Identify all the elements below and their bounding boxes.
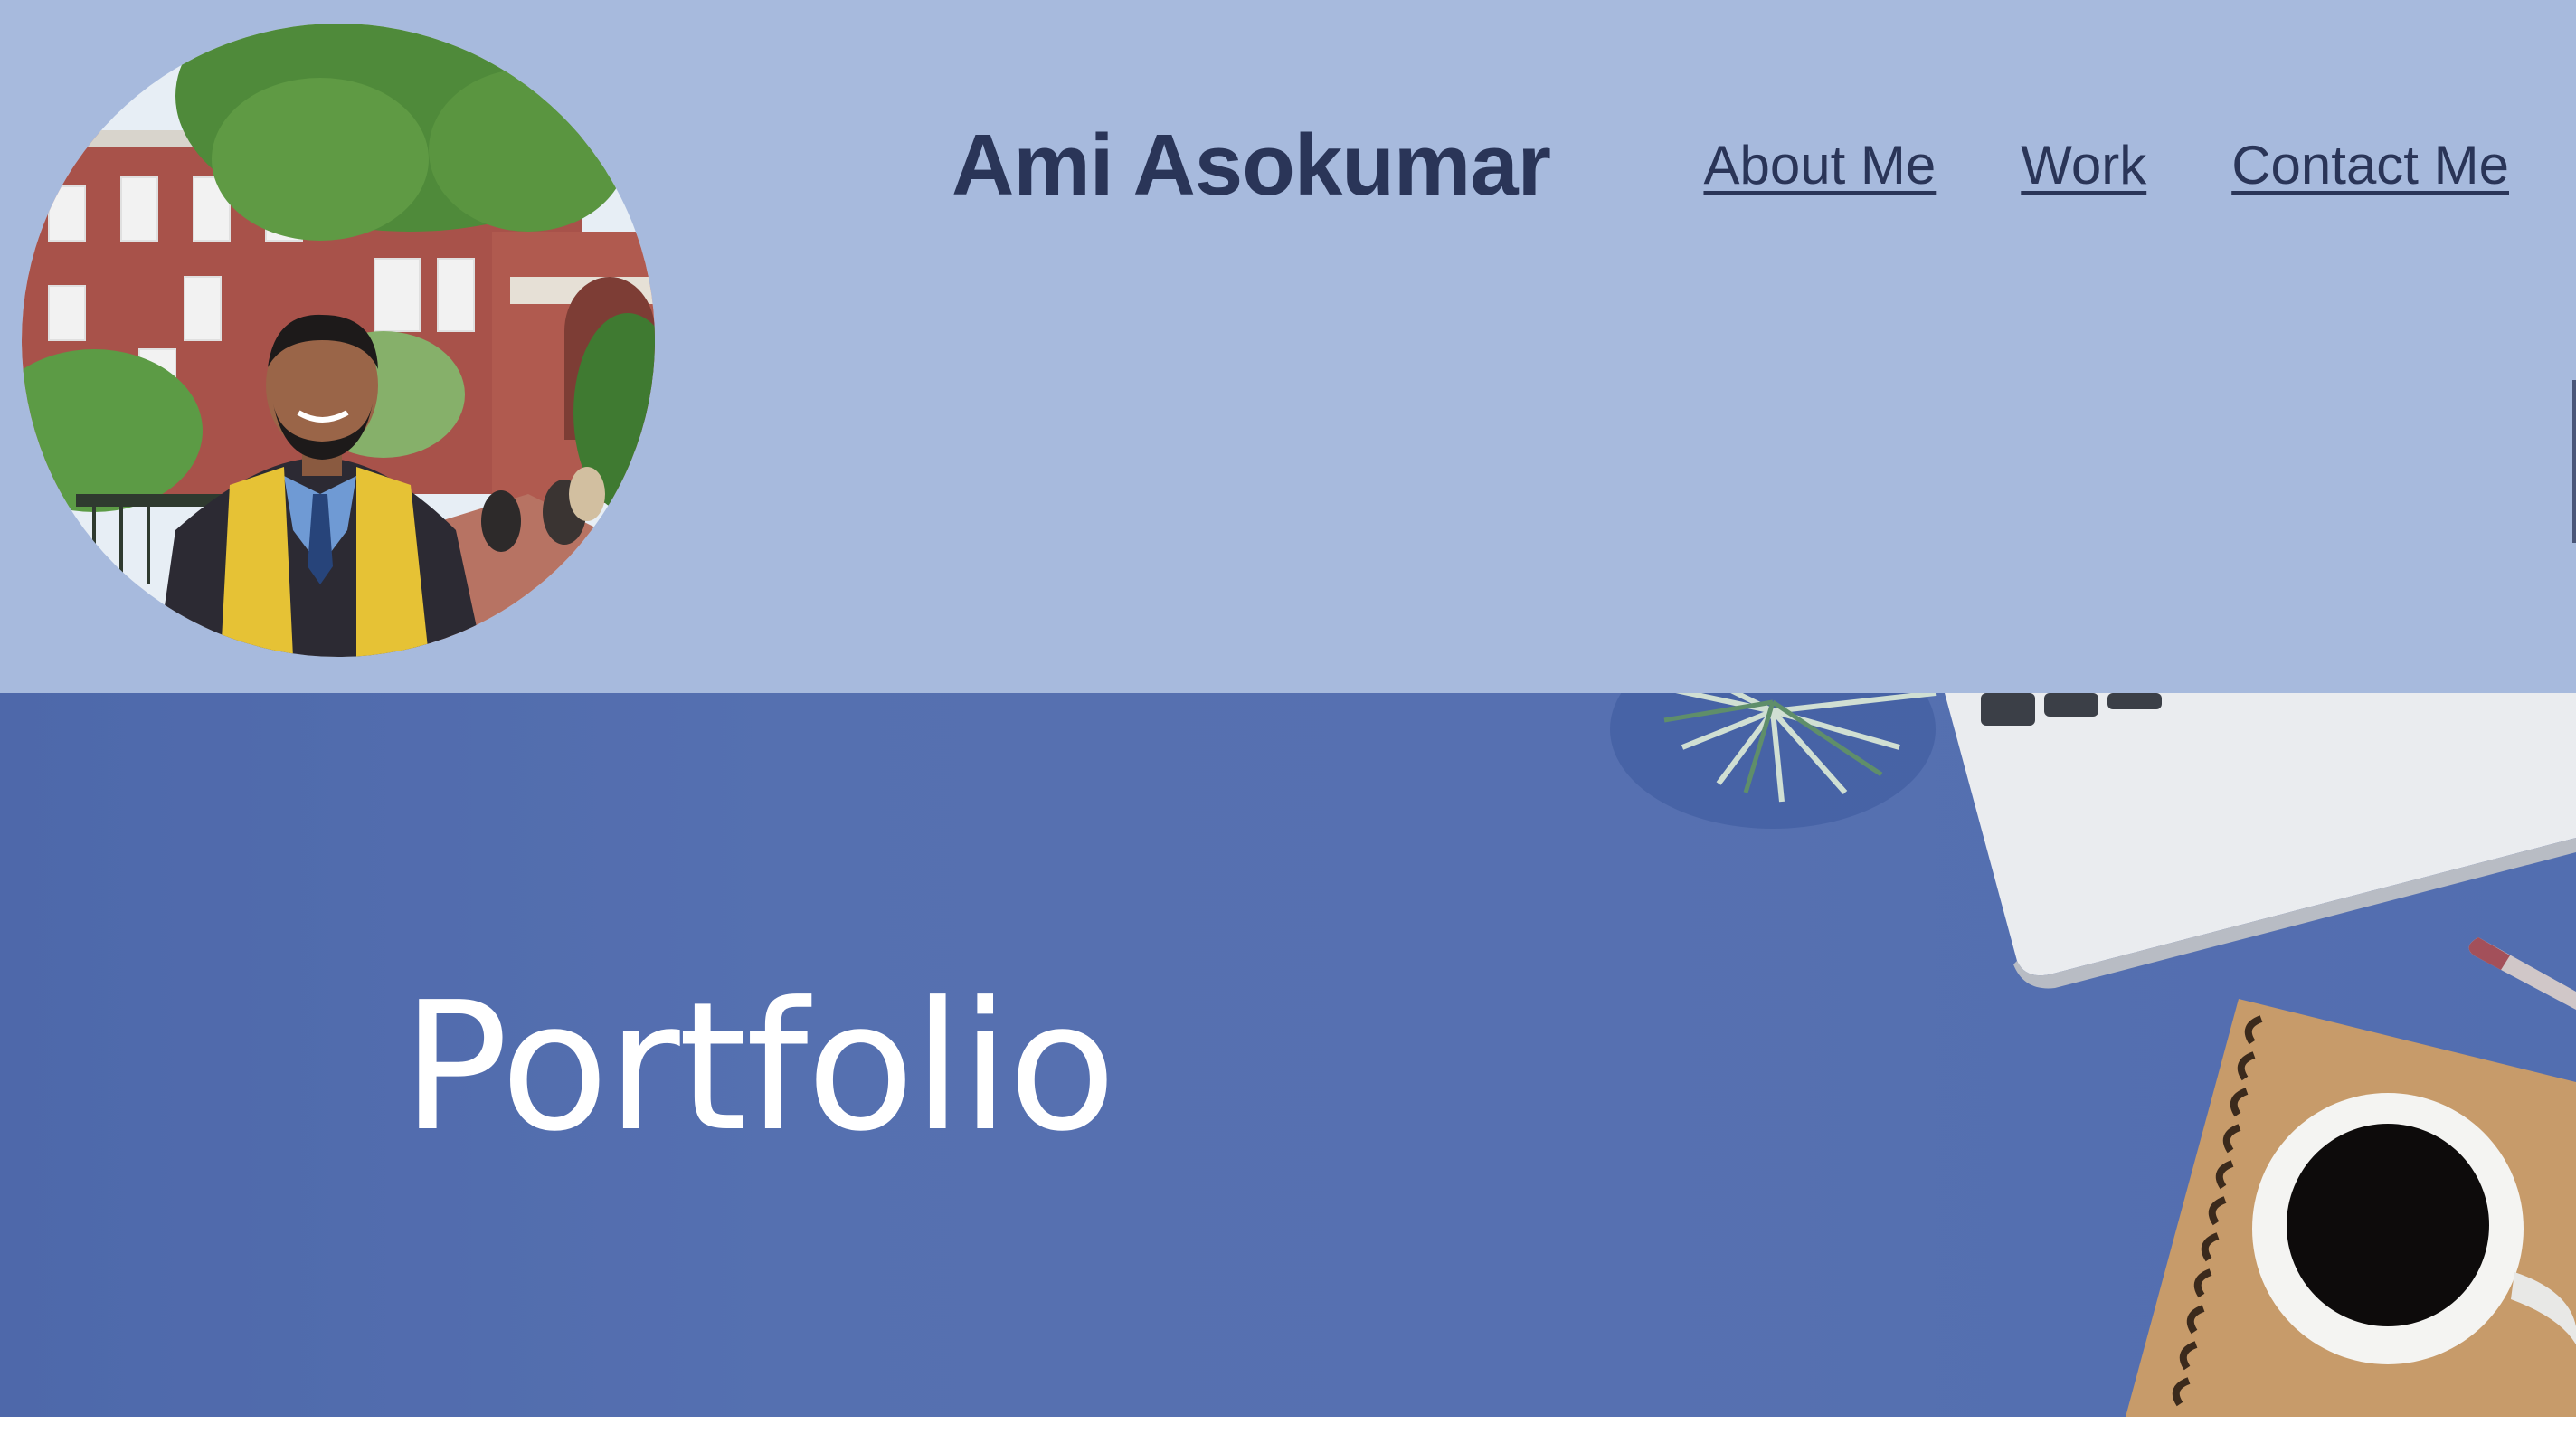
nav-link-about-me[interactable]: About Me	[1703, 134, 1936, 196]
portfolio-page: Ami Asokumar About Me Work Contact Me Po…	[0, 0, 2576, 1444]
main-nav: About Me Work Contact Me	[1703, 134, 2509, 196]
hero-background-image	[0, 693, 2576, 1417]
site-title: Ami Asokumar	[952, 117, 1551, 214]
site-header: Ami Asokumar About Me Work Contact Me	[0, 0, 2576, 693]
scrollbar-edge[interactable]	[2572, 380, 2576, 543]
nav-link-work[interactable]: Work	[2021, 134, 2146, 196]
hero-title: Portfolio	[402, 964, 1116, 1171]
hero-banner: Portfolio	[0, 693, 2576, 1417]
nav-link-contact-me[interactable]: Contact Me	[2231, 134, 2509, 196]
profile-photo-avatar	[22, 24, 655, 657]
